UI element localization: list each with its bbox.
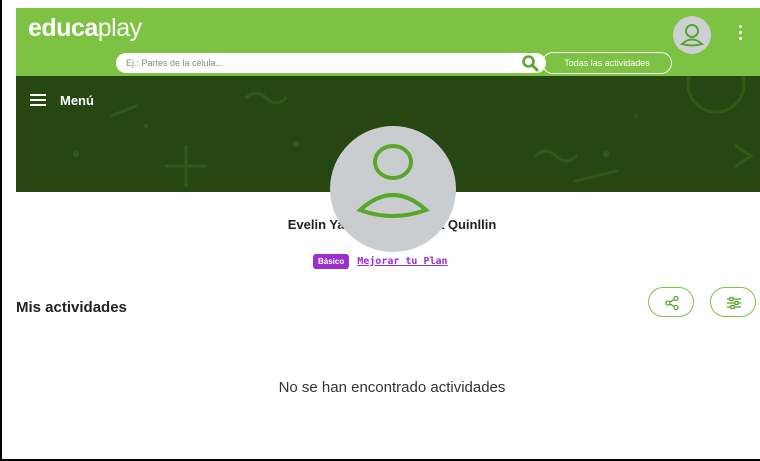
share-icon — [665, 295, 679, 311]
kebab-menu-icon[interactable] — [735, 23, 745, 43]
plan-row: Básico Mejorar tu Plan — [313, 252, 448, 270]
user-avatar-button[interactable] — [673, 16, 711, 54]
top-header: educaplay Todas las actividades — [16, 8, 760, 76]
user-avatar-icon — [680, 24, 704, 47]
app-frame: educaplay Todas las actividades — [0, 0, 760, 461]
menu-button[interactable]: Menú — [30, 91, 94, 109]
logo-text-play: play — [97, 14, 142, 42]
logo-text-educa: educa — [28, 14, 98, 42]
upgrade-plan-link[interactable]: Mejorar tu Plan — [357, 256, 447, 267]
search-bar — [116, 53, 546, 73]
filter-button[interactable] — [710, 287, 756, 317]
all-activities-button[interactable]: Todas las actividades — [542, 52, 672, 74]
empty-activities-message: No se han encontrado actividades — [278, 379, 506, 396]
educaplay-logo[interactable]: educaplay — [28, 14, 142, 43]
sliders-icon — [727, 296, 741, 310]
profile-user-icon — [356, 144, 430, 218]
profile-avatar — [330, 126, 456, 252]
search-icon[interactable] — [521, 54, 539, 72]
share-button[interactable] — [648, 287, 694, 317]
plan-badge: Básico — [313, 253, 350, 269]
my-activities-title: Mis actividades — [16, 299, 127, 316]
menu-label: Menú — [60, 92, 94, 108]
hamburger-icon — [30, 94, 46, 106]
search-input[interactable] — [126, 55, 506, 71]
